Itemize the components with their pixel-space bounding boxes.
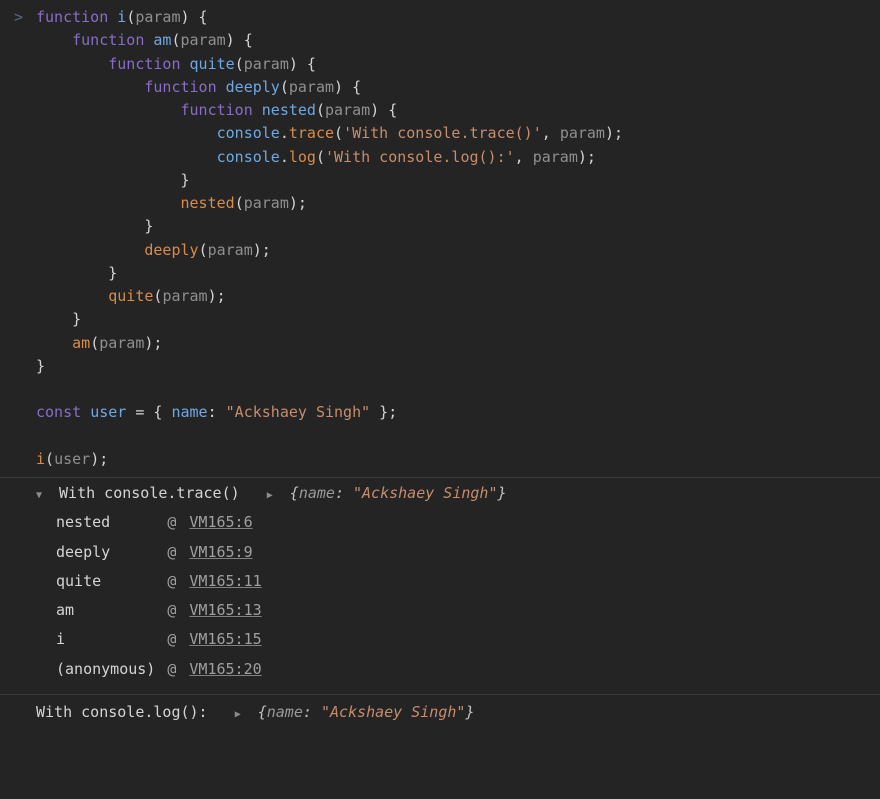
stack-frame-fn: i bbox=[50, 625, 161, 654]
stack-source-link[interactable]: VM165:11 bbox=[189, 572, 261, 590]
stack-frame-row: quite @ VM165:11 bbox=[50, 567, 268, 596]
at-symbol: @ bbox=[167, 601, 189, 619]
stack-source-link[interactable]: VM165:20 bbox=[189, 660, 261, 678]
at-symbol: @ bbox=[167, 513, 189, 531]
caret-right-icon[interactable] bbox=[235, 704, 245, 723]
stack-source-link[interactable]: VM165:6 bbox=[189, 513, 252, 531]
stack-frame-row: deeply @ VM165:9 bbox=[50, 538, 268, 567]
caret-down-icon[interactable] bbox=[36, 485, 46, 504]
trace-header[interactable]: With console.trace() {name: "Ackshaey Si… bbox=[36, 482, 872, 505]
object-value: "Ackshaey Singh" bbox=[353, 484, 498, 502]
stack-frame-fn: nested bbox=[50, 508, 161, 537]
stack-source-link[interactable]: VM165:13 bbox=[189, 601, 261, 619]
stack-frame-fn: quite bbox=[50, 567, 161, 596]
stack-frame-fn: (anonymous) bbox=[50, 655, 161, 684]
prompt-chevron-icon: > bbox=[14, 6, 23, 29]
at-symbol: @ bbox=[167, 630, 189, 648]
console-input-entry: > function i(param) { function am(param)… bbox=[0, 0, 880, 477]
stack-trace-table: nested @ VM165:6 deeply @ VM165:9 quite @ VM1… bbox=[50, 508, 268, 684]
code-block[interactable]: function i(param) { function am(param) {… bbox=[36, 6, 872, 471]
stack-frame-fn: am bbox=[50, 596, 161, 625]
stack-source-link[interactable]: VM165:9 bbox=[189, 543, 252, 561]
trace-output: With console.trace() {name: "Ackshaey Si… bbox=[0, 478, 880, 694]
stack-source-link[interactable]: VM165:15 bbox=[189, 630, 261, 648]
at-symbol: @ bbox=[167, 543, 189, 561]
object-prop: name bbox=[267, 703, 303, 721]
object-prop: name bbox=[299, 484, 335, 502]
log-message: With console.log(): bbox=[36, 703, 208, 721]
at-symbol: @ bbox=[167, 572, 189, 590]
stack-frame-fn: deeply bbox=[50, 538, 161, 567]
stack-frame-row: i @ VM165:15 bbox=[50, 625, 268, 654]
trace-message: With console.trace() bbox=[59, 484, 240, 502]
stack-frame-row: am @ VM165:13 bbox=[50, 596, 268, 625]
caret-right-icon[interactable] bbox=[267, 485, 277, 504]
object-value: "Ackshaey Singh" bbox=[321, 703, 466, 721]
stack-frame-row: (anonymous) @ VM165:20 bbox=[50, 655, 268, 684]
log-output: With console.log(): {name: "Ackshaey Sin… bbox=[0, 695, 880, 730]
stack-frame-row: nested @ VM165:6 bbox=[50, 508, 268, 537]
at-symbol: @ bbox=[167, 660, 189, 678]
